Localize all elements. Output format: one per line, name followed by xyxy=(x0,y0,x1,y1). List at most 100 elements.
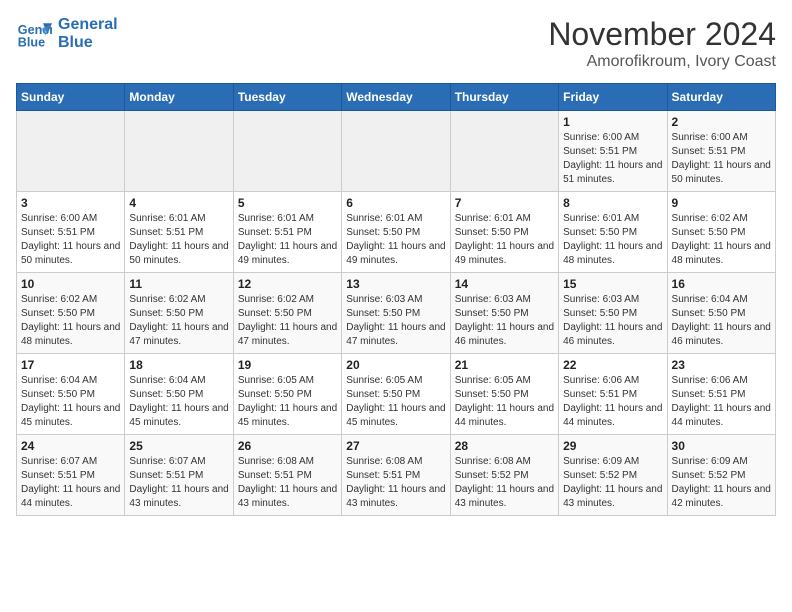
calendar-header-row: SundayMondayTuesdayWednesdayThursdayFrid… xyxy=(17,84,776,111)
calendar-cell xyxy=(17,111,125,192)
day-info: Sunrise: 6:03 AM Sunset: 5:50 PM Dayligh… xyxy=(455,293,554,349)
day-info: Sunrise: 6:00 AM Sunset: 5:51 PM Dayligh… xyxy=(21,212,120,268)
day-info: Sunrise: 6:00 AM Sunset: 5:51 PM Dayligh… xyxy=(672,131,771,187)
day-number: 15 xyxy=(563,277,662,291)
title-section: November 2024 Amorofikroum, Ivory Coast xyxy=(548,16,776,71)
day-number: 12 xyxy=(238,277,337,291)
day-info: Sunrise: 6:00 AM Sunset: 5:51 PM Dayligh… xyxy=(563,131,662,187)
day-number: 23 xyxy=(672,358,771,372)
day-number: 20 xyxy=(346,358,445,372)
day-number: 24 xyxy=(21,439,120,453)
calendar-cell: 29Sunrise: 6:09 AM Sunset: 5:52 PM Dayli… xyxy=(559,435,667,516)
calendar-cell xyxy=(450,111,558,192)
calendar-week-row: 3 Sunrise: 6:00 AM Sunset: 5:51 PM Daylig… xyxy=(17,192,776,273)
day-number: 7 xyxy=(455,196,554,210)
calendar-cell: 26 Sunrise: 6:08 AM Sunset: 5:51 PM Dayli… xyxy=(233,435,341,516)
calendar-cell: 24 Sunrise: 6:07 AM Sunset: 5:51 PM Dayli… xyxy=(17,435,125,516)
day-number: 3 xyxy=(21,196,120,210)
day-info: Sunrise: 6:04 AM Sunset: 5:50 PM Dayligh… xyxy=(672,293,771,349)
day-number: 4 xyxy=(129,196,228,210)
calendar-cell: 4 Sunrise: 6:01 AM Sunset: 5:51 PM Daylig… xyxy=(125,192,233,273)
day-number: 2 xyxy=(672,115,771,129)
day-info: Sunrise: 6:09 AM Sunset: 5:52 PM Dayligh… xyxy=(563,455,662,511)
calendar-table: SundayMondayTuesdayWednesdayThursdayFrid… xyxy=(16,83,776,516)
calendar-week-row: 17 Sunrise: 6:04 AM Sunset: 5:50 PM Dayli… xyxy=(17,354,776,435)
day-number: 16 xyxy=(672,277,771,291)
day-number: 22 xyxy=(563,358,662,372)
day-info: Sunrise: 6:07 AM Sunset: 5:51 PM Dayligh… xyxy=(21,455,120,511)
calendar-cell: 13 Sunrise: 6:03 AM Sunset: 5:50 PM Dayli… xyxy=(342,273,450,354)
logo-icon: General Blue xyxy=(16,16,52,52)
day-number: 30 xyxy=(672,439,771,453)
day-number: 25 xyxy=(129,439,228,453)
day-info: Sunrise: 6:01 AM Sunset: 5:51 PM Dayligh… xyxy=(129,212,228,268)
day-info: Sunrise: 6:01 AM Sunset: 5:50 PM Dayligh… xyxy=(563,212,662,268)
weekday-header: Saturday xyxy=(667,84,775,111)
weekday-header: Tuesday xyxy=(233,84,341,111)
day-number: 6 xyxy=(346,196,445,210)
day-info: Sunrise: 6:07 AM Sunset: 5:51 PM Dayligh… xyxy=(129,455,228,511)
weekday-header: Friday xyxy=(559,84,667,111)
day-number: 18 xyxy=(129,358,228,372)
weekday-header: Monday xyxy=(125,84,233,111)
day-number: 1 xyxy=(563,115,662,129)
calendar-week-row: 1 Sunrise: 6:00 AM Sunset: 5:51 PM Daylig… xyxy=(17,111,776,192)
calendar-cell: 9 Sunrise: 6:02 AM Sunset: 5:50 PM Daylig… xyxy=(667,192,775,273)
day-number: 17 xyxy=(21,358,120,372)
calendar-cell: 28 Sunrise: 6:08 AM Sunset: 5:52 PM Dayli… xyxy=(450,435,558,516)
calendar-cell: 8 Sunrise: 6:01 AM Sunset: 5:50 PM Daylig… xyxy=(559,192,667,273)
day-info: Sunrise: 6:08 AM Sunset: 5:52 PM Dayligh… xyxy=(455,455,554,511)
calendar-cell: 17 Sunrise: 6:04 AM Sunset: 5:50 PM Dayli… xyxy=(17,354,125,435)
day-info: Sunrise: 6:02 AM Sunset: 5:50 PM Dayligh… xyxy=(672,212,771,268)
day-number: 27 xyxy=(346,439,445,453)
day-info: Sunrise: 6:01 AM Sunset: 5:50 PM Dayligh… xyxy=(455,212,554,268)
calendar-cell: 19 Sunrise: 6:05 AM Sunset: 5:50 PM Dayli… xyxy=(233,354,341,435)
svg-text:Blue: Blue xyxy=(18,36,45,50)
day-number: 9 xyxy=(672,196,771,210)
day-number: 8 xyxy=(563,196,662,210)
day-number: 11 xyxy=(129,277,228,291)
day-number: 28 xyxy=(455,439,554,453)
page-subtitle: Amorofikroum, Ivory Coast xyxy=(548,53,776,71)
calendar-cell: 7 Sunrise: 6:01 AM Sunset: 5:50 PM Daylig… xyxy=(450,192,558,273)
calendar-cell xyxy=(342,111,450,192)
calendar-cell: 27 Sunrise: 6:08 AM Sunset: 5:51 PM Dayli… xyxy=(342,435,450,516)
calendar-cell: 22 Sunrise: 6:06 AM Sunset: 5:51 PM Dayli… xyxy=(559,354,667,435)
calendar-cell: 18Sunrise: 6:04 AM Sunset: 5:50 PM Dayli… xyxy=(125,354,233,435)
calendar-cell xyxy=(233,111,341,192)
calendar-cell: 14Sunrise: 6:03 AM Sunset: 5:50 PM Dayli… xyxy=(450,273,558,354)
calendar-cell: 1 Sunrise: 6:00 AM Sunset: 5:51 PM Daylig… xyxy=(559,111,667,192)
weekday-header: Sunday xyxy=(17,84,125,111)
calendar-cell: 3 Sunrise: 6:00 AM Sunset: 5:51 PM Daylig… xyxy=(17,192,125,273)
calendar-cell: 5Sunrise: 6:01 AM Sunset: 5:51 PM Daylig… xyxy=(233,192,341,273)
calendar-cell: 11 Sunrise: 6:02 AM Sunset: 5:50 PM Dayli… xyxy=(125,273,233,354)
logo-text: General Blue xyxy=(58,16,118,52)
calendar-cell: 6 Sunrise: 6:01 AM Sunset: 5:50 PM Daylig… xyxy=(342,192,450,273)
day-info: Sunrise: 6:04 AM Sunset: 5:50 PM Dayligh… xyxy=(21,374,120,430)
day-info: Sunrise: 6:02 AM Sunset: 5:50 PM Dayligh… xyxy=(238,293,337,349)
day-info: Sunrise: 6:05 AM Sunset: 5:50 PM Dayligh… xyxy=(455,374,554,430)
calendar-cell: 10Sunrise: 6:02 AM Sunset: 5:50 PM Dayli… xyxy=(17,273,125,354)
page-title: November 2024 xyxy=(548,16,776,53)
day-number: 10 xyxy=(21,277,120,291)
page-header: General Blue General Blue November 2024 … xyxy=(16,16,776,71)
day-info: Sunrise: 6:03 AM Sunset: 5:50 PM Dayligh… xyxy=(563,293,662,349)
day-number: 21 xyxy=(455,358,554,372)
day-number: 26 xyxy=(238,439,337,453)
day-info: Sunrise: 6:06 AM Sunset: 5:51 PM Dayligh… xyxy=(563,374,662,430)
calendar-cell: 23Sunrise: 6:06 AM Sunset: 5:51 PM Dayli… xyxy=(667,354,775,435)
day-number: 5 xyxy=(238,196,337,210)
day-info: Sunrise: 6:08 AM Sunset: 5:51 PM Dayligh… xyxy=(346,455,445,511)
day-number: 19 xyxy=(238,358,337,372)
day-info: Sunrise: 6:01 AM Sunset: 5:50 PM Dayligh… xyxy=(346,212,445,268)
day-info: Sunrise: 6:03 AM Sunset: 5:50 PM Dayligh… xyxy=(346,293,445,349)
day-info: Sunrise: 6:02 AM Sunset: 5:50 PM Dayligh… xyxy=(129,293,228,349)
calendar-cell xyxy=(125,111,233,192)
day-number: 13 xyxy=(346,277,445,291)
logo: General Blue General Blue xyxy=(16,16,118,52)
calendar-week-row: 24 Sunrise: 6:07 AM Sunset: 5:51 PM Dayli… xyxy=(17,435,776,516)
day-info: Sunrise: 6:08 AM Sunset: 5:51 PM Dayligh… xyxy=(238,455,337,511)
weekday-header: Thursday xyxy=(450,84,558,111)
calendar-cell: 2 Sunrise: 6:00 AM Sunset: 5:51 PM Daylig… xyxy=(667,111,775,192)
day-info: Sunrise: 6:05 AM Sunset: 5:50 PM Dayligh… xyxy=(238,374,337,430)
